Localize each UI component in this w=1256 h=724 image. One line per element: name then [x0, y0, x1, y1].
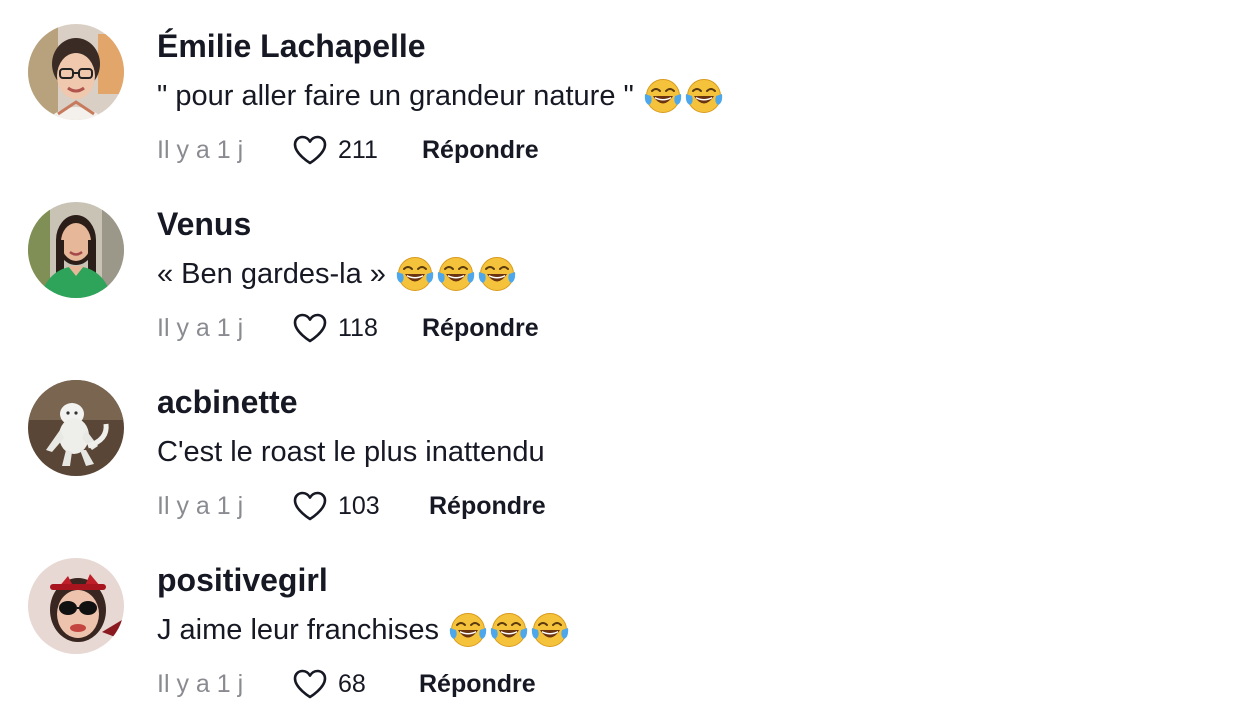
- avatar-image: [28, 380, 124, 476]
- like-button[interactable]: 68: [292, 664, 366, 704]
- comment-meta: Il y a 1 j 68 Répondre: [157, 664, 857, 704]
- comment-text: " pour aller faire un grandeur nature ": [157, 80, 634, 112]
- tears-of-joy-emoji: [478, 255, 516, 293]
- reply-button[interactable]: Répondre: [419, 668, 536, 700]
- reply-button[interactable]: Répondre: [422, 312, 539, 344]
- like-count: 211: [338, 136, 378, 164]
- reply-button[interactable]: Répondre: [429, 490, 546, 522]
- comment-meta: Il y a 1 j 211 Répondre: [157, 130, 857, 170]
- avatar[interactable]: [28, 24, 124, 120]
- heart-outline-icon[interactable]: [292, 668, 328, 700]
- comment-item: positivegirl J aime leur franchises Il y…: [0, 534, 1256, 712]
- like-count: 68: [338, 670, 366, 698]
- like-button[interactable]: 103: [292, 486, 380, 526]
- comment-text: C'est le roast le plus inattendu: [157, 436, 545, 468]
- avatar[interactable]: [28, 202, 124, 298]
- username[interactable]: acbinette: [157, 382, 297, 422]
- timestamp: Il y a 1 j: [157, 492, 244, 520]
- comment-meta: Il y a 1 j 118 Répondre: [157, 308, 857, 348]
- avatar-image: [28, 202, 124, 298]
- tears-of-joy-emoji: [531, 611, 569, 649]
- comment-text-row: J aime leur franchises: [157, 610, 569, 650]
- like-count: 103: [338, 492, 380, 520]
- comment-text-row: " pour aller faire un grandeur nature ": [157, 76, 723, 116]
- avatar-image: [28, 24, 124, 120]
- comment-text: « Ben gardes-la »: [157, 258, 386, 290]
- heart-outline-icon[interactable]: [292, 312, 328, 344]
- timestamp: Il y a 1 j: [157, 314, 244, 342]
- tears-of-joy-emoji: [396, 255, 434, 293]
- avatar[interactable]: [28, 380, 124, 476]
- emoji-group: [396, 255, 516, 293]
- tears-of-joy-emoji: [644, 77, 682, 115]
- like-count: 118: [338, 314, 378, 342]
- username[interactable]: Émilie Lachapelle: [157, 26, 426, 66]
- heart-outline-icon[interactable]: [292, 490, 328, 522]
- username[interactable]: positivegirl: [157, 560, 328, 600]
- timestamp: Il y a 1 j: [157, 670, 244, 698]
- like-button[interactable]: 118: [292, 308, 378, 348]
- tears-of-joy-emoji: [437, 255, 475, 293]
- tears-of-joy-emoji: [685, 77, 723, 115]
- comment-item: Émilie Lachapelle " pour aller faire un …: [0, 0, 1256, 178]
- emoji-group: [644, 77, 723, 115]
- timestamp: Il y a 1 j: [157, 136, 244, 164]
- avatar-image: [28, 558, 124, 654]
- comment-text-row: C'est le roast le plus inattendu: [157, 432, 545, 472]
- comment-text: J aime leur franchises: [157, 614, 440, 646]
- tears-of-joy-emoji: [449, 611, 487, 649]
- reply-button[interactable]: Répondre: [422, 134, 539, 166]
- comment-item: Venus « Ben gardes-la » Il y a 1 j 118 R…: [0, 178, 1256, 356]
- comment-item: acbinette C'est le roast le plus inatten…: [0, 356, 1256, 534]
- comment-meta: Il y a 1 j 103 Répondre: [157, 486, 857, 526]
- like-button[interactable]: 211: [292, 130, 378, 170]
- avatar[interactable]: [28, 558, 124, 654]
- emoji-group: [449, 611, 569, 649]
- username[interactable]: Venus: [157, 204, 251, 244]
- heart-outline-icon[interactable]: [292, 134, 328, 166]
- comment-text-row: « Ben gardes-la »: [157, 254, 516, 294]
- tears-of-joy-emoji: [490, 611, 528, 649]
